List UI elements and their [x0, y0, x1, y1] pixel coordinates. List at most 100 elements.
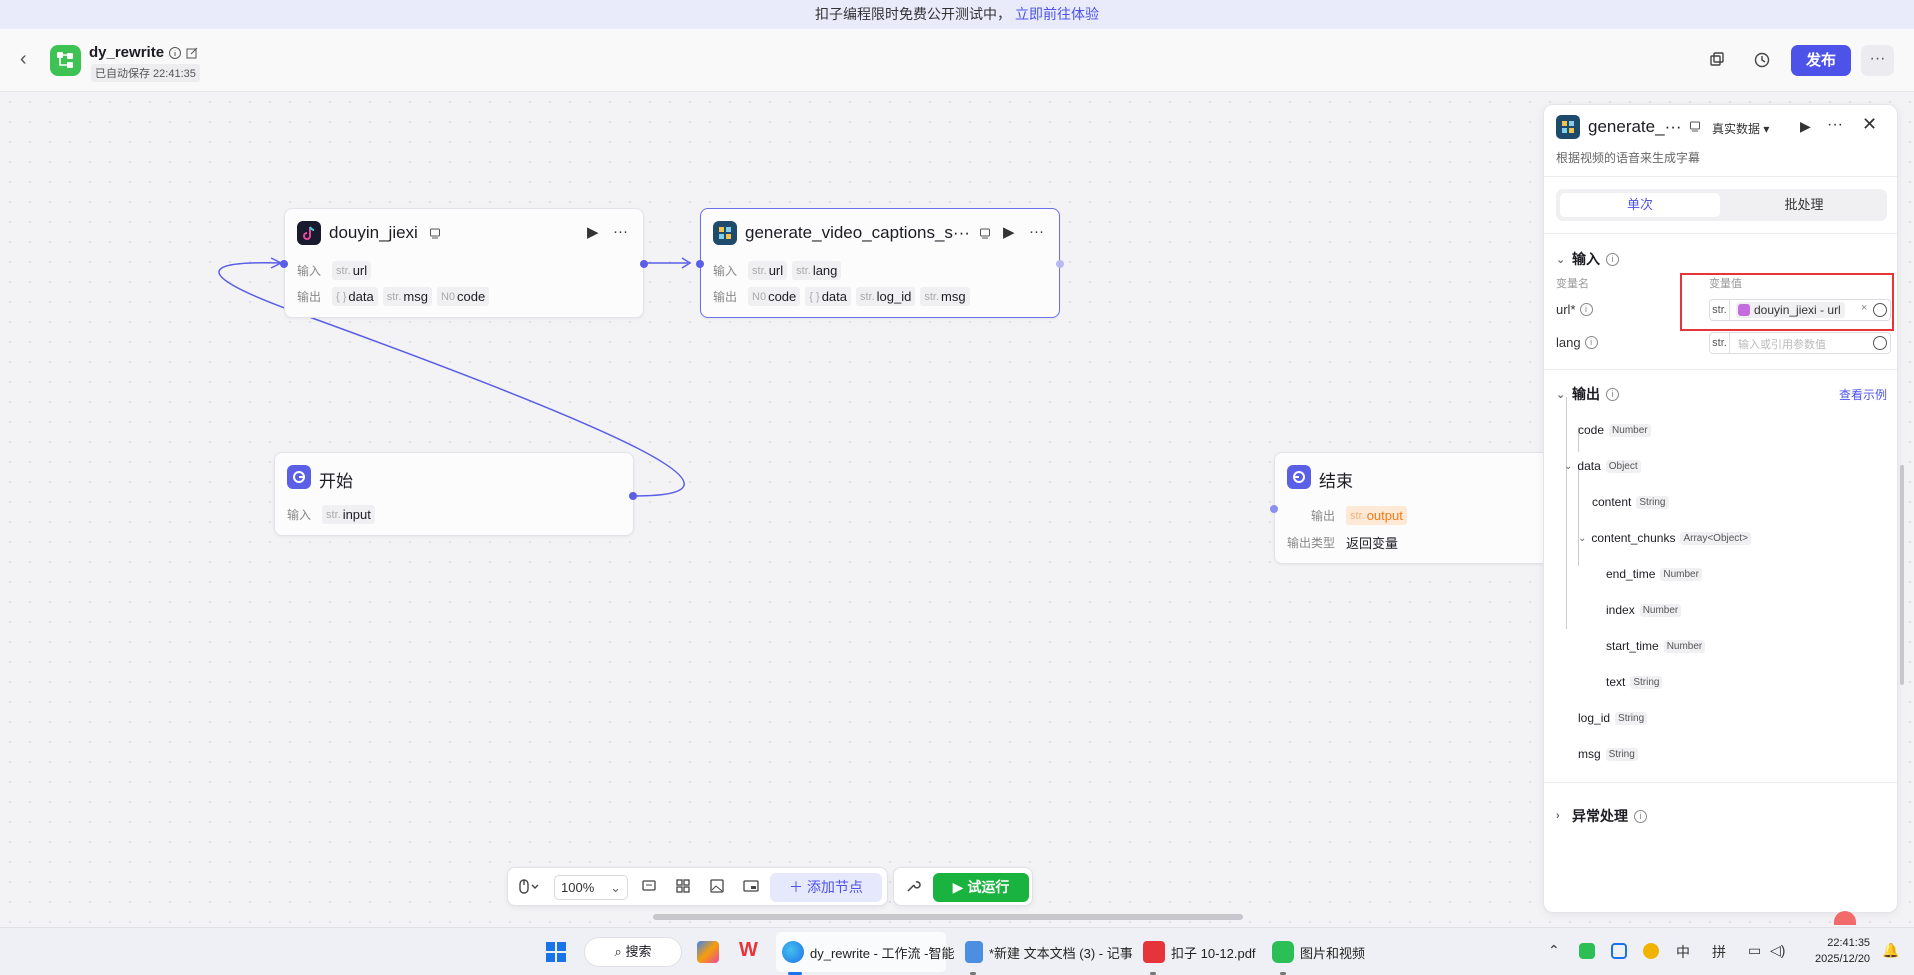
- error-handling-header[interactable]: › 异常处理 i: [1556, 806, 1647, 826]
- comment-icon[interactable]: [639, 877, 659, 897]
- copilot-icon[interactable]: [697, 941, 719, 963]
- node-title: 开始: [319, 472, 353, 491]
- chevron-down-icon: ⌄: [1556, 388, 1566, 401]
- zoom-select[interactable]: 100% ⌄: [554, 875, 628, 900]
- network-icon[interactable]: ▭: [1748, 942, 1761, 959]
- data-mode-select[interactable]: 真实数据 ▾: [1712, 120, 1769, 137]
- panel-scrollbar[interactable]: [1900, 465, 1904, 685]
- ime-mode[interactable]: 拼: [1712, 942, 1726, 962]
- chevron-up-icon[interactable]: ⌃: [1548, 942, 1560, 959]
- output-port[interactable]: [1056, 260, 1064, 268]
- taskbar-search[interactable]: ⌕ 搜索: [584, 937, 682, 967]
- input-section-header[interactable]: ⌄ 输入 i: [1556, 249, 1619, 269]
- param-label-lang: lang i: [1556, 335, 1598, 350]
- run-node-icon[interactable]: ▶: [1800, 118, 1811, 135]
- layout-icon[interactable]: [673, 877, 693, 897]
- input-port[interactable]: [696, 260, 704, 268]
- divider: [1544, 233, 1897, 234]
- horizontal-scrollbar[interactable]: [653, 914, 1243, 920]
- tab-batch[interactable]: 批处理: [1724, 193, 1884, 217]
- system-clock[interactable]: 22:41:35 2025/12/20: [1815, 935, 1870, 967]
- output-field: content String: [1592, 495, 1669, 509]
- node-generate-video-captions[interactable]: generate_video_captions_s··· ▶ ··· 输入 st…: [696, 208, 1064, 318]
- ime-language[interactable]: 中: [1676, 942, 1690, 962]
- view-example-link[interactable]: 查看示例: [1839, 386, 1887, 403]
- wechat-icon: [1272, 941, 1294, 963]
- panel-more-icon[interactable]: ···: [1827, 116, 1843, 134]
- node-title: generate_video_captions_s···: [745, 223, 970, 242]
- debug-tools-icon[interactable]: [904, 877, 922, 898]
- wechat-tray-icon[interactable]: [1579, 943, 1595, 959]
- output-field: msg String: [1578, 747, 1638, 761]
- mouse-mode-icon[interactable]: [516, 877, 544, 897]
- run-toolbar: ▶ 试运行: [893, 867, 1033, 906]
- param-label-url: url* i: [1556, 302, 1593, 317]
- node-start[interactable]: 开始 输入 str. input: [274, 452, 637, 536]
- tray-app-icon[interactable]: [1643, 943, 1659, 959]
- chevron-down-icon: ⌄: [1564, 460, 1573, 472]
- output-field[interactable]: ⌄ data Object: [1564, 459, 1641, 473]
- plugin-icon: [430, 228, 440, 239]
- trial-run-button[interactable]: ▶ 试运行: [933, 873, 1029, 902]
- taskbar-app-pdf[interactable]: 扣子 10-12.pdf: [1143, 941, 1256, 963]
- input-tag: str. input: [322, 505, 375, 524]
- output-port[interactable]: [629, 492, 637, 500]
- divider: [1544, 369, 1897, 370]
- windows-start-icon[interactable]: [545, 941, 567, 963]
- volume-icon[interactable]: ◁): [1770, 942, 1785, 959]
- run-node-icon[interactable]: ▶: [587, 223, 599, 241]
- info-icon: i: [1606, 387, 1619, 401]
- douyin-node-icon: [297, 221, 321, 245]
- output-field[interactable]: ⌄ content_chunks Array<Object>: [1578, 531, 1751, 545]
- variable-picker-icon[interactable]: [1873, 336, 1887, 350]
- taskbar-app-wechat[interactable]: 图片和视频: [1272, 941, 1365, 963]
- image-icon[interactable]: [707, 877, 727, 897]
- notification-bell-icon[interactable]: 🔔: [1882, 942, 1899, 959]
- col-var-name: 变量名: [1556, 278, 1589, 290]
- panel-title: generate_···: [1588, 117, 1682, 136]
- plus-icon: ＋: [789, 879, 807, 895]
- canvas-toolbar: 100% ⌄ ＋ 添加节点: [507, 867, 888, 906]
- output-field: log_id String: [1578, 711, 1648, 725]
- taskbar-app-edge[interactable]: dy_rewrite - 工作流 -智能: [782, 941, 954, 963]
- type-prefix: str.: [1710, 333, 1730, 353]
- chevron-down-icon: ⌄: [1578, 532, 1587, 544]
- end-node-icon: [1287, 465, 1311, 489]
- output-tag: { } data: [332, 287, 378, 306]
- minimap-icon[interactable]: [741, 877, 761, 897]
- add-node-button[interactable]: ＋ 添加节点: [770, 873, 882, 902]
- node-douyin-jiexi[interactable]: douyin_jiexi ▶ ··· 输入 str. url 输出 { } data…: [280, 208, 648, 318]
- run-node-icon[interactable]: ▶: [1003, 223, 1015, 241]
- output-type-value: 返回变量: [1346, 536, 1399, 551]
- highlight-box: [1680, 273, 1894, 331]
- tree-line: [1566, 397, 1567, 629]
- chevron-right-icon: ›: [1556, 810, 1560, 822]
- node-more-icon[interactable]: ···: [1029, 223, 1044, 240]
- tree-line: [1578, 466, 1579, 566]
- node-config-panel: generate_··· 真实数据 ▾ ▶ ··· ✕ 根据视频的语音来生成字幕…: [1543, 104, 1898, 913]
- output-field: code Number: [1578, 423, 1651, 437]
- tray-app-icon[interactable]: [1611, 943, 1627, 959]
- input-port[interactable]: [280, 260, 288, 268]
- chevron-down-icon: ⌄: [1556, 253, 1566, 266]
- wps-icon[interactable]: W: [739, 939, 758, 962]
- output-field: text String: [1606, 675, 1663, 689]
- play-icon: ▶: [952, 879, 968, 895]
- lang-value-field[interactable]: str. 输入或引用参数值: [1709, 332, 1891, 354]
- node-output-row: 输出 N0 code { } data str. log_id str. msg: [713, 287, 970, 306]
- output-tag: str. msg: [920, 287, 970, 306]
- output-port[interactable]: [640, 260, 648, 268]
- node-input-row: 输入 str. url: [297, 261, 372, 280]
- edge-icon: [782, 941, 804, 963]
- captions-plugin-icon: [1556, 115, 1580, 139]
- node-more-icon[interactable]: ···: [613, 223, 628, 240]
- output-tag: str. output: [1346, 506, 1407, 525]
- node-end[interactable]: 结束 输出 str. output 输出类型 返回变量: [1270, 452, 1574, 564]
- caret-down-icon: ▾: [1763, 122, 1770, 136]
- taskbar-app-notepad[interactable]: *新建 文本文档 (3) - 记事: [965, 941, 1133, 963]
- start-node-icon: [287, 465, 311, 489]
- info-icon: i: [1634, 809, 1647, 823]
- tab-single[interactable]: 单次: [1560, 193, 1720, 217]
- input-port[interactable]: [1270, 505, 1278, 513]
- close-icon[interactable]: ✕: [1862, 114, 1877, 135]
